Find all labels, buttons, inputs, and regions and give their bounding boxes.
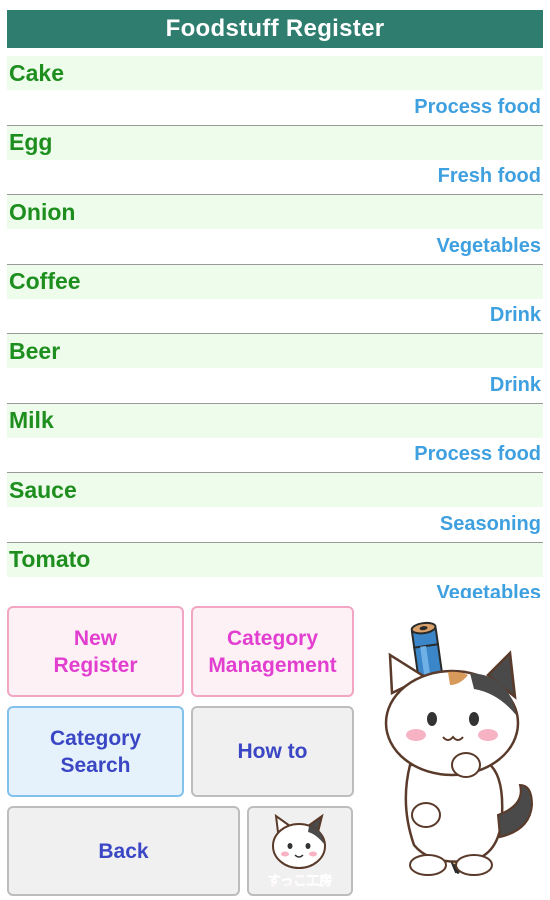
item-name: Cake bbox=[7, 56, 543, 90]
back-button[interactable]: Back bbox=[7, 806, 240, 896]
item-name: Beer bbox=[7, 334, 543, 368]
studio-logo-icon: すっこ工房 bbox=[268, 813, 332, 889]
item-category: Vegetables bbox=[7, 576, 543, 598]
cat-mascot-illustration bbox=[370, 615, 540, 885]
how-to-button[interactable]: How to bbox=[191, 706, 354, 797]
foodstuff-list[interactable]: Cake Process food Egg Fresh food Onion V… bbox=[7, 56, 543, 598]
studio-logo-button[interactable]: すっこ工房 bbox=[247, 806, 353, 896]
item-category: Vegetables bbox=[7, 229, 543, 263]
category-search-button[interactable]: Category Search bbox=[7, 706, 184, 797]
item-name: Coffee bbox=[7, 264, 543, 299]
item-category: Drink bbox=[7, 368, 543, 402]
list-item[interactable]: Beer Drink bbox=[7, 334, 543, 404]
item-category: Fresh food bbox=[7, 159, 543, 194]
new-register-label: New Register bbox=[53, 626, 138, 677]
list-item[interactable]: Sauce Seasoning bbox=[7, 473, 543, 543]
list-item[interactable]: Tomato Vegetables bbox=[7, 542, 543, 598]
category-management-button[interactable]: Category Management bbox=[191, 606, 354, 697]
back-label: Back bbox=[98, 839, 149, 863]
list-item[interactable]: Cake Process food bbox=[7, 56, 543, 126]
item-category: Drink bbox=[7, 298, 543, 333]
how-to-label: How to bbox=[237, 740, 308, 763]
item-name: Sauce bbox=[7, 473, 543, 507]
item-name: Onion bbox=[7, 195, 543, 229]
list-item[interactable]: Egg Fresh food bbox=[7, 125, 543, 195]
item-name: Egg bbox=[7, 125, 543, 160]
list-item[interactable]: Onion Vegetables bbox=[7, 195, 543, 265]
item-category: Seasoning bbox=[7, 507, 543, 541]
item-name: Tomato bbox=[7, 542, 543, 577]
category-management-label: Category Management bbox=[208, 626, 337, 677]
new-register-button[interactable]: New Register bbox=[7, 606, 184, 697]
item-name: Milk bbox=[7, 403, 543, 438]
list-item[interactable]: Coffee Drink bbox=[7, 264, 543, 334]
category-search-label: Category Search bbox=[49, 726, 142, 777]
list-item[interactable]: Milk Process food bbox=[7, 403, 543, 473]
item-category: Process food bbox=[7, 437, 543, 472]
page-title: Foodstuff Register bbox=[7, 10, 543, 48]
studio-logo-text: すっこ工房 bbox=[268, 873, 332, 889]
item-category: Process food bbox=[7, 90, 543, 124]
